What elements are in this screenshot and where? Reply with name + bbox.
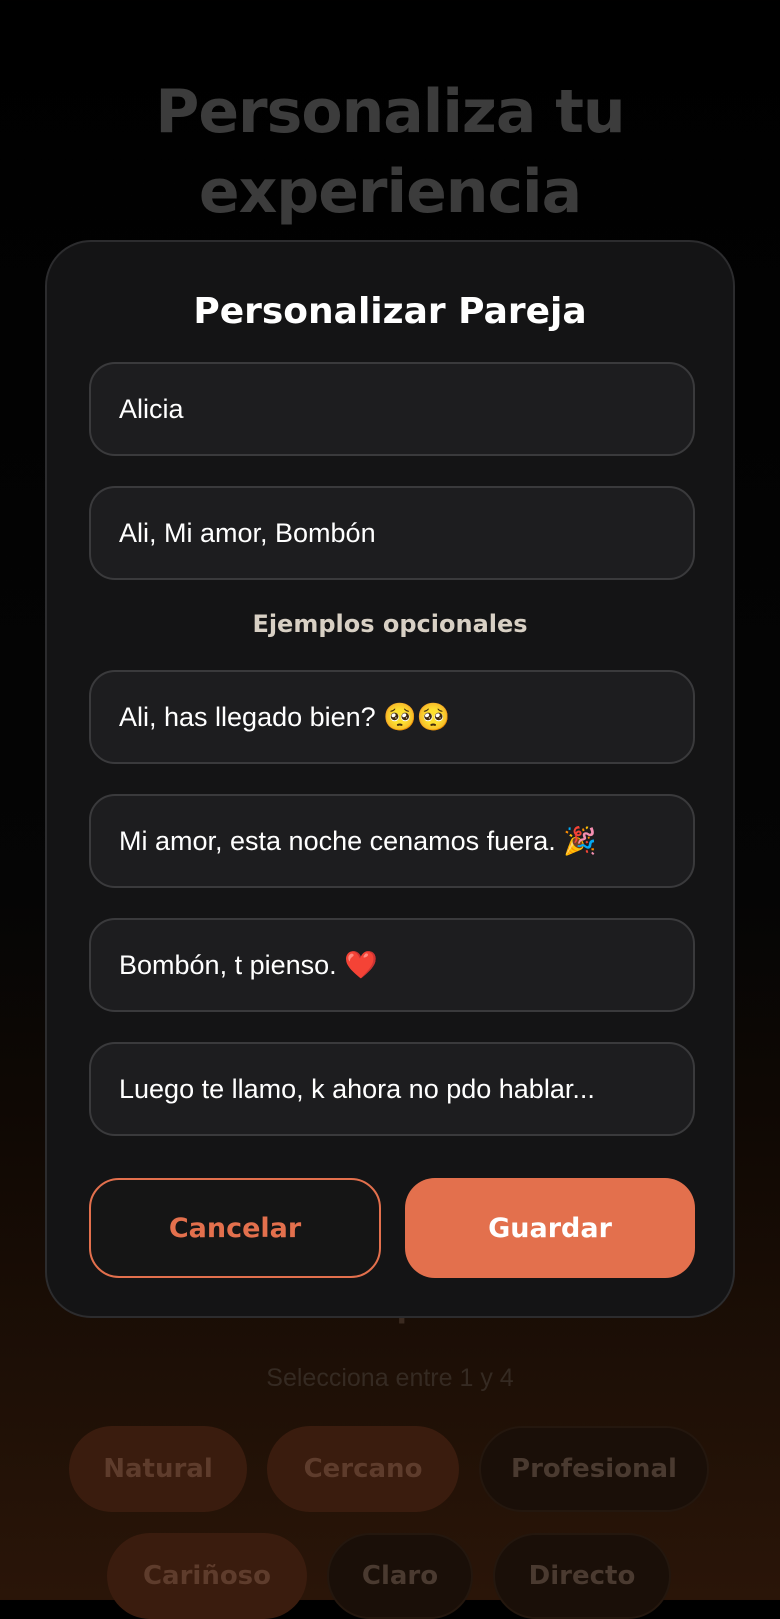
- nicknames-input[interactable]: [119, 517, 665, 549]
- example-input-2[interactable]: [119, 825, 665, 857]
- examples-label: Ejemplos opcionales: [252, 610, 528, 638]
- example-input-1[interactable]: [119, 701, 665, 733]
- tone-chip-carinoso[interactable]: Cariñoso: [107, 1533, 307, 1619]
- save-button[interactable]: Guardar: [405, 1178, 695, 1278]
- modal-title: Personalizar Pareja: [193, 291, 587, 332]
- cancel-button[interactable]: Cancelar: [89, 1178, 381, 1278]
- personalize-partner-modal: Personalizar Pareja Ejemplos opcionales …: [45, 240, 735, 1318]
- tone-chip-claro[interactable]: Claro: [327, 1533, 473, 1619]
- tone-chip-natural[interactable]: Natural: [69, 1426, 247, 1512]
- nicknames-field[interactable]: [89, 486, 695, 580]
- example-field-1[interactable]: [89, 670, 695, 764]
- page-title: Personaliza tu experiencia: [155, 77, 625, 227]
- example-input-3[interactable]: [119, 949, 665, 981]
- example-input-4[interactable]: [119, 1073, 665, 1105]
- example-field-2[interactable]: [89, 794, 695, 888]
- example-field-3[interactable]: [89, 918, 695, 1012]
- partner-name-field[interactable]: [89, 362, 695, 456]
- tone-chip-cercano[interactable]: Cercano: [267, 1426, 459, 1512]
- tone-chip-directo[interactable]: Directo: [493, 1533, 671, 1619]
- tones-section-subtitle: Selecciona entre 1 y 4: [266, 1364, 514, 1392]
- tone-chip-profesional[interactable]: Profesional: [479, 1426, 709, 1512]
- example-field-4[interactable]: [89, 1042, 695, 1136]
- partner-name-input[interactable]: [119, 393, 665, 425]
